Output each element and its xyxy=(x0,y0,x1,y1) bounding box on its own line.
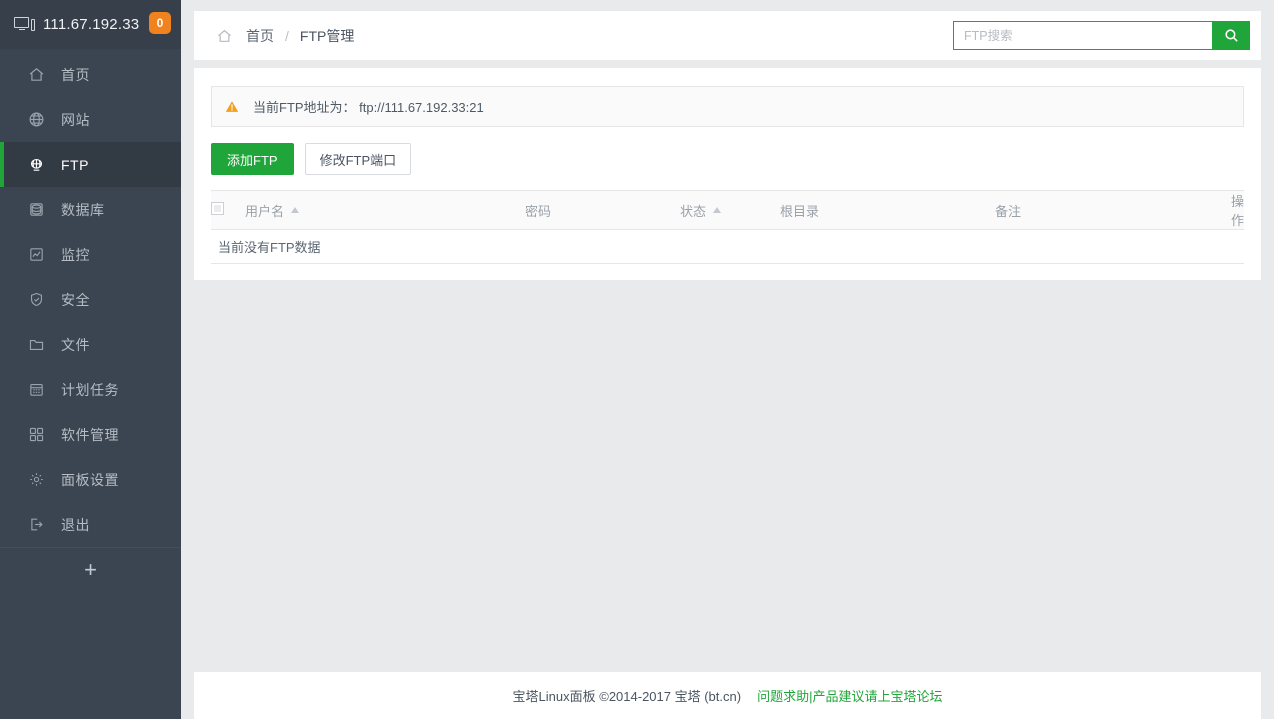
ftp-address-alert: 当前FTP地址为： ftp://111.67.192.33:21 xyxy=(211,86,1244,127)
footer: 宝塔Linux面板 ©2014-2017 宝塔 (bt.cn) 问题求助|产品建… xyxy=(194,672,1261,719)
warning-triangle-icon xyxy=(224,99,240,114)
top-header-bar: 首页 / FTP管理 xyxy=(194,11,1261,60)
gear-icon xyxy=(28,471,45,488)
sidebar: 111.67.192.33 0 首页 网站 FTP 数据库 监控 安全 文件 计… xyxy=(0,0,181,719)
sort-asc-icon xyxy=(713,207,722,213)
table-head: 用户名 密码 状态 根目录 备注 操作 xyxy=(211,190,1244,230)
monitor-chart-icon xyxy=(28,246,45,263)
sidebar-item-label: 计划任务 xyxy=(61,381,119,398)
apps-icon xyxy=(28,426,45,443)
home-icon xyxy=(216,28,233,44)
add-server-button[interactable]: + xyxy=(0,548,181,592)
breadcrumb: 首页 / FTP管理 xyxy=(194,26,354,46)
footer-forum-link[interactable]: 问题求助|产品建议请上宝塔论坛 xyxy=(757,686,942,705)
search-box xyxy=(953,21,1250,50)
column-header-actions: 操作 xyxy=(1231,190,1244,230)
sidebar-item-label: 数据库 xyxy=(61,201,105,218)
sidebar-item-home[interactable]: 首页 xyxy=(0,52,181,97)
column-label: 根目录 xyxy=(780,203,820,219)
edit-ftp-port-button[interactable]: 修改FTP端口 xyxy=(304,143,412,175)
column-header-note[interactable]: 备注 xyxy=(995,190,1240,230)
footer-copyright: 宝塔Linux面板 ©2014-2017 宝塔 (bt.cn) xyxy=(512,689,742,704)
sidebar-item-panel-settings[interactable]: 面板设置 xyxy=(0,457,181,502)
select-all-checkbox[interactable] xyxy=(211,202,224,215)
column-label: 密码 xyxy=(525,203,552,219)
toolbar: 添加FTP 修改FTP端口 xyxy=(211,143,1261,175)
sidebar-item-ftp[interactable]: FTP xyxy=(0,142,181,187)
ftp-table-container: 用户名 密码 状态 根目录 备注 操作 当前没有FTP数据 xyxy=(211,190,1244,264)
sidebar-item-label: 监控 xyxy=(61,246,90,263)
content-panel: 当前FTP地址为： ftp://111.67.192.33:21 添加FTP 修… xyxy=(194,68,1261,280)
ftp-icon xyxy=(28,156,45,173)
search-input[interactable] xyxy=(953,21,1212,50)
column-header-username[interactable]: 用户名 xyxy=(245,190,525,230)
search-icon xyxy=(1223,27,1240,44)
sidebar-item-label: 网站 xyxy=(61,111,90,128)
sidebar-item-security[interactable]: 安全 xyxy=(0,277,181,322)
table-row-empty: 当前没有FTP数据 xyxy=(211,229,1244,264)
sidebar-item-logout[interactable]: 退出 xyxy=(0,502,181,547)
sidebar-item-website[interactable]: 网站 xyxy=(0,97,181,142)
table-header-row: 用户名 密码 状态 根目录 备注 操作 xyxy=(211,190,1244,230)
sidebar-item-files[interactable]: 文件 xyxy=(0,322,181,367)
sidebar-header: 111.67.192.33 0 xyxy=(0,0,181,49)
database-icon xyxy=(28,201,45,218)
breadcrumb-separator: / xyxy=(285,27,289,44)
column-header-status[interactable]: 状态 xyxy=(680,190,780,230)
host-address: 111.67.192.33 xyxy=(43,16,140,33)
column-label: 用户名 xyxy=(245,203,285,219)
sidebar-item-label: 安全 xyxy=(61,291,90,308)
sidebar-menu: 首页 网站 FTP 数据库 监控 安全 文件 计划任务 软件管理 面板设置 退出 xyxy=(0,49,181,547)
sidebar-item-software[interactable]: 软件管理 xyxy=(0,412,181,457)
sort-asc-icon xyxy=(291,207,300,213)
breadcrumb-home[interactable]: 首页 xyxy=(246,26,274,46)
sidebar-item-label: 面板设置 xyxy=(61,471,119,488)
column-header-root-dir[interactable]: 根目录 xyxy=(780,190,995,230)
search-button[interactable] xyxy=(1212,21,1250,50)
logout-icon xyxy=(28,516,45,533)
globe-icon xyxy=(28,111,45,128)
shield-icon xyxy=(28,291,45,308)
ftp-address-text: 当前FTP地址为： ftp://111.67.192.33:21 xyxy=(253,100,484,115)
calendar-icon xyxy=(28,381,45,398)
sidebar-item-label: 文件 xyxy=(61,336,90,353)
sidebar-item-cron[interactable]: 计划任务 xyxy=(0,367,181,412)
sidebar-item-label: 首页 xyxy=(61,66,90,83)
home-icon xyxy=(28,66,45,83)
select-all-header xyxy=(211,190,245,230)
column-label: 操作 xyxy=(1230,194,1244,228)
folder-icon xyxy=(28,336,45,353)
column-label: 状态 xyxy=(680,203,707,219)
notification-badge[interactable]: 0 xyxy=(149,12,171,34)
column-label: 备注 xyxy=(995,203,1022,219)
plus-icon: + xyxy=(84,557,97,582)
main-area: 首页 / FTP管理 当前FTP地址为： ftp: xyxy=(181,0,1274,719)
column-header-password[interactable]: 密码 xyxy=(525,190,680,230)
sidebar-item-database[interactable]: 数据库 xyxy=(0,187,181,232)
empty-state-text: 当前没有FTP数据 xyxy=(211,229,1244,264)
breadcrumb-current: FTP管理 xyxy=(299,27,355,44)
sidebar-item-label: 退出 xyxy=(61,516,90,533)
sidebar-item-monitor[interactable]: 监控 xyxy=(0,232,181,277)
table-body: 当前没有FTP数据 xyxy=(211,229,1244,264)
ftp-table: 用户名 密码 状态 根目录 备注 操作 当前没有FTP数据 xyxy=(211,190,1244,264)
sidebar-item-label: FTP xyxy=(61,156,89,173)
monitor-icon xyxy=(14,16,35,33)
sidebar-item-label: 软件管理 xyxy=(61,426,119,443)
add-ftp-button[interactable]: 添加FTP xyxy=(211,143,294,175)
